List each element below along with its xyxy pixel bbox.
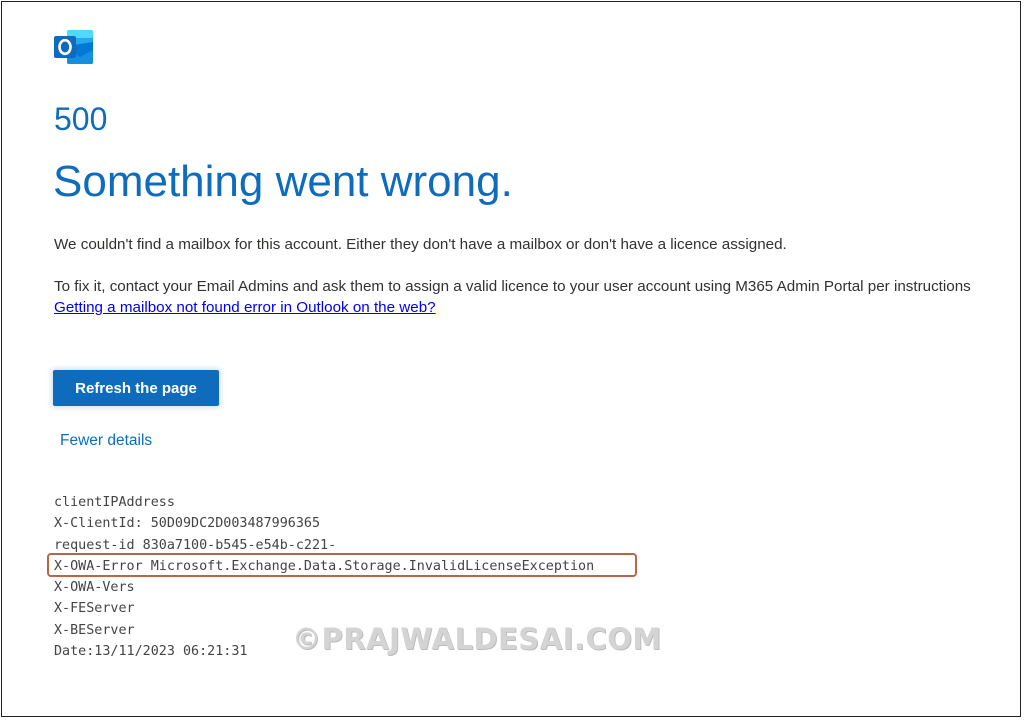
detail-line: X-ClientId: 50D09DC2D003487996365 [54, 516, 321, 532]
fix-instructions: To fix it, contact your Email Admins and… [54, 278, 971, 295]
error-code: 500 [54, 101, 108, 137]
watermark: ©PRAJWALDESAI.COM [292, 622, 662, 656]
outlook-logo-icon [54, 30, 93, 64]
detail-line: clientIPAddress [54, 495, 175, 510]
error-title: Something went wrong. [53, 157, 513, 206]
error-page: 500 Something went wrong. We couldn't fi… [1, 1, 1021, 717]
detail-line: X-FEServer [54, 601, 135, 617]
error-highlight-box [47, 553, 637, 577]
refresh-button[interactable]: Refresh the page [53, 370, 219, 406]
help-link[interactable]: Getting a mailbox not found error in Out… [54, 298, 436, 318]
detail-line: X-OWA-Vers [54, 580, 135, 596]
fewer-details-toggle[interactable]: Fewer details [60, 431, 152, 451]
error-message: We couldn't find a mailbox for this acco… [54, 236, 787, 253]
